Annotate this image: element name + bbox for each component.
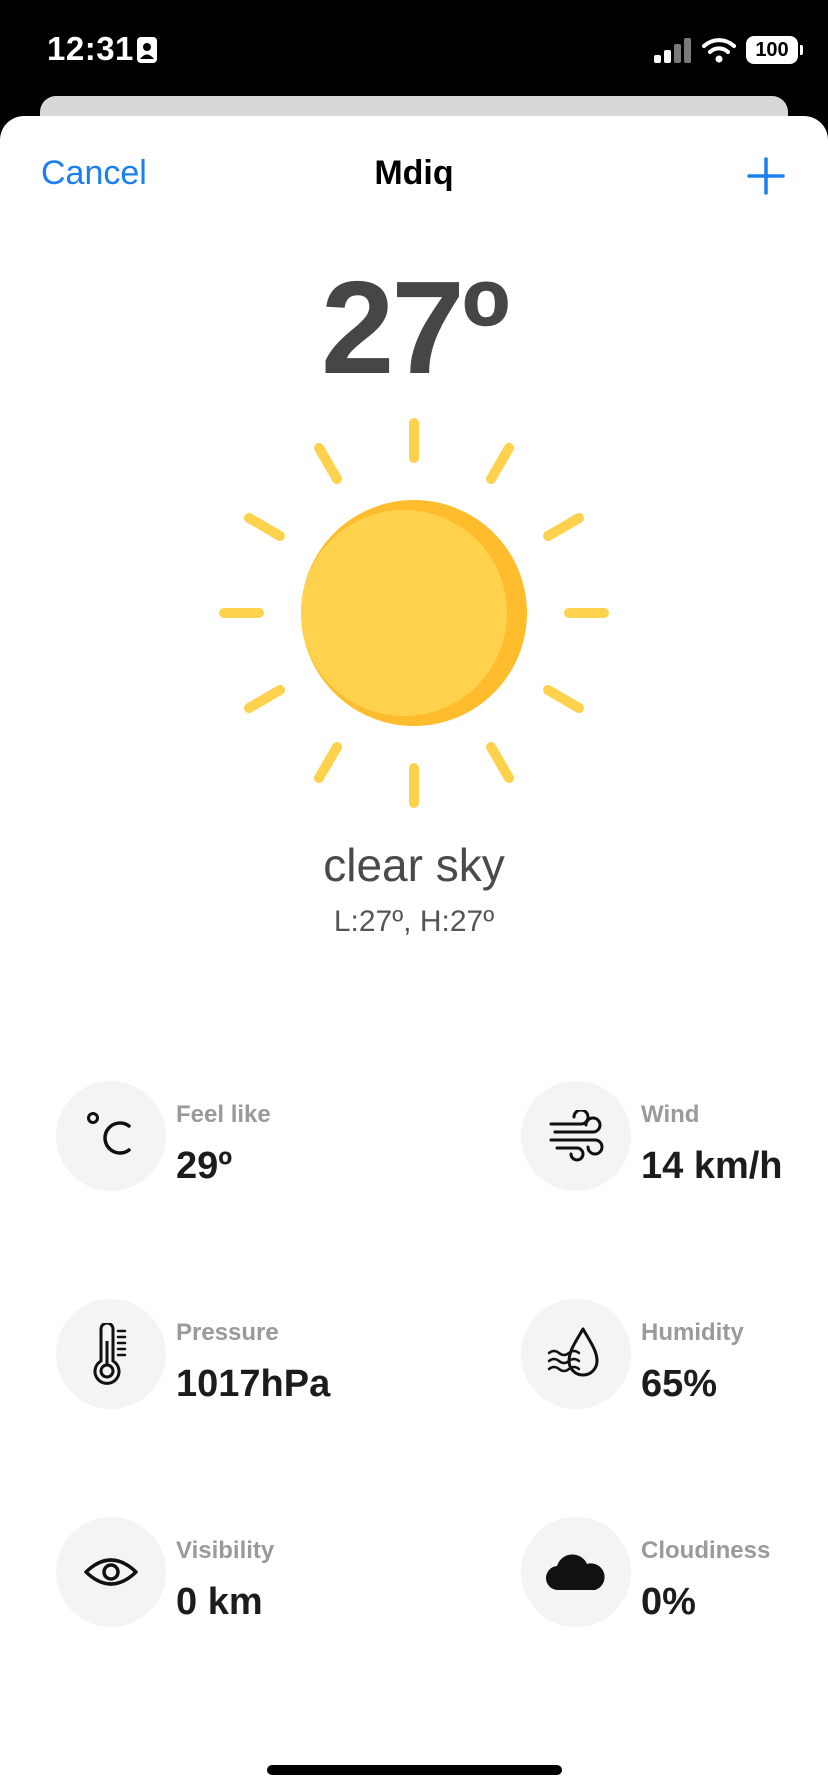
low-high-temperature: L:27º, H:27º bbox=[333, 905, 495, 938]
plus-icon[interactable] bbox=[746, 156, 786, 196]
stat-wind: Wind 14 km/h bbox=[521, 1081, 828, 1191]
celsius-icon bbox=[87, 1112, 131, 1155]
sun-icon bbox=[219, 418, 609, 808]
nav-bar: Cancel Mdiq bbox=[0, 116, 828, 226]
stat-feel-like: Feel like 29º bbox=[56, 1081, 416, 1191]
stat-value: 14 km/h bbox=[641, 1145, 783, 1187]
eye-icon bbox=[84, 1558, 138, 1586]
stat-label: Pressure bbox=[176, 1319, 279, 1346]
stat-value: 0 km bbox=[176, 1581, 263, 1623]
weather-condition: clear sky bbox=[323, 839, 505, 891]
weather-sheet: Cancel Mdiq 27º clear sky L:27º, H:27º F… bbox=[0, 116, 828, 1792]
stat-icon-container bbox=[521, 1299, 631, 1409]
home-indicator[interactable] bbox=[267, 1765, 562, 1775]
stat-icon-container bbox=[521, 1081, 631, 1191]
stat-visibility: Visibility 0 km bbox=[56, 1517, 416, 1627]
stat-value: 65% bbox=[641, 1363, 718, 1405]
wifi-icon bbox=[702, 38, 736, 63]
stat-label: Visibility bbox=[176, 1537, 275, 1564]
stat-cloudiness: Cloudiness 0% bbox=[521, 1517, 828, 1627]
status-time: 12:31 bbox=[47, 30, 134, 67]
thermometer-icon bbox=[93, 1323, 127, 1385]
stat-icon-container bbox=[56, 1517, 166, 1627]
stat-value: 29º bbox=[176, 1145, 233, 1187]
stat-label: Wind bbox=[641, 1101, 700, 1128]
battery-level: 100 bbox=[755, 38, 789, 61]
stat-label: Cloudiness bbox=[641, 1537, 771, 1564]
battery-icon: 100 bbox=[746, 36, 803, 64]
wind-icon bbox=[549, 1110, 604, 1162]
current-temperature: 27º bbox=[320, 254, 510, 401]
status-indicators: 100 bbox=[654, 34, 803, 66]
cloud-icon bbox=[545, 1554, 605, 1591]
stat-label: Feel like bbox=[176, 1101, 271, 1128]
stat-icon-container bbox=[521, 1517, 631, 1627]
stat-icon-container bbox=[56, 1299, 166, 1409]
cellular-signal-icon bbox=[654, 38, 691, 63]
stat-label: Humidity bbox=[641, 1319, 744, 1346]
stat-value: 1017hPa bbox=[176, 1363, 331, 1405]
contact-card-icon bbox=[137, 37, 157, 63]
stat-humidity: Humidity 65% bbox=[521, 1299, 828, 1409]
page-title: Mdiq bbox=[374, 154, 454, 192]
status-bar: 12:31 100 bbox=[0, 0, 828, 100]
stat-value: 0% bbox=[641, 1581, 696, 1623]
stat-pressure: Pressure 1017hPa bbox=[56, 1299, 416, 1409]
humidity-drop-icon bbox=[547, 1327, 599, 1377]
stat-icon-container bbox=[56, 1081, 166, 1191]
